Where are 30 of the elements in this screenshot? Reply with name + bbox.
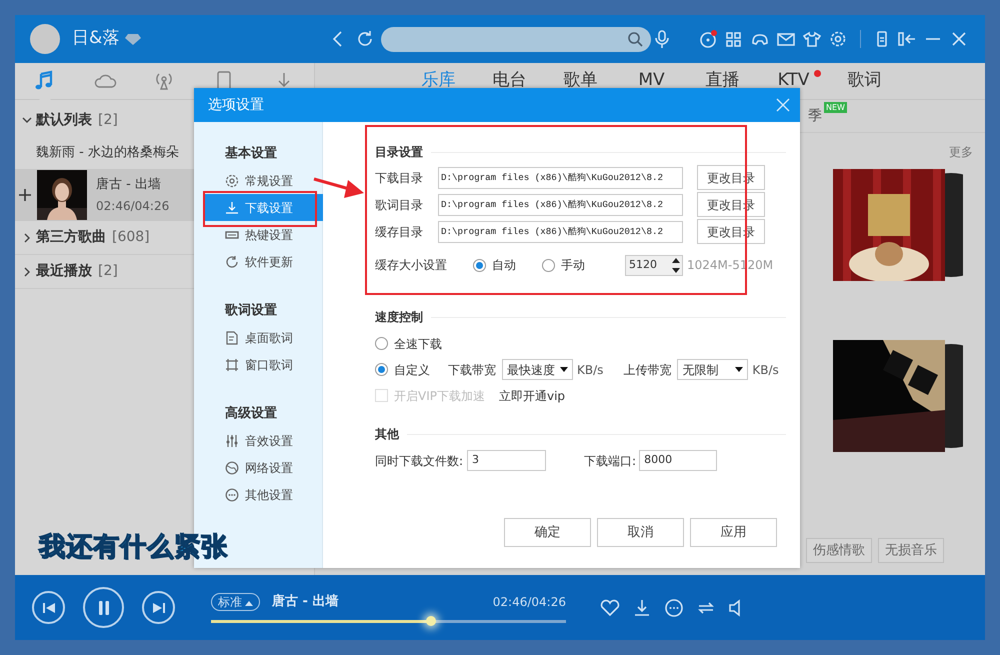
playlist-name: 最近播放 [36,262,92,281]
section-title: 目录设置 [375,144,786,160]
playlist-count: [2] [98,262,118,281]
field-label: 同时下载文件数: [375,452,464,470]
song-title: 唐古 - 出墙 [96,176,162,194]
playlist-name: 第三方歌曲 [36,228,106,247]
field-label: 下载端口: [584,452,636,470]
field-label: 下载带宽 [448,362,496,378]
section-heading: 基本设置 [224,144,278,163]
unit-label: KB/s [577,362,604,378]
field-label: 缓存目录 [375,224,424,240]
playback-time: 02:46/04:26 [492,594,566,611]
new-badge: NEW [824,102,847,112]
playlist-count: [2] [98,110,118,130]
dialog-title: 选项设置 [208,96,264,114]
playlist-name: 默认列表 [36,110,92,130]
song-title: 唐古 - 出墙 [272,592,338,612]
field-label: 下载目录 [375,170,424,186]
unit-label: KB/s [752,362,779,378]
section-title: 其他 [375,426,786,442]
section-heading: 歌词设置 [224,302,278,320]
section-title: 速度控制 [375,309,786,325]
field-label: 歌词目录 [375,196,424,214]
field-label: 上传带宽 [623,362,672,378]
field-label: 缓存大小设置 [375,257,448,274]
playlist-count: [608] [112,228,150,247]
user-name: 日&落 [72,27,120,50]
desktop-lyrics: 我还有什么紧张 [39,531,228,564]
section-heading: 高级设置 [224,404,278,423]
song-time: 02:46/04:26 [96,198,170,216]
